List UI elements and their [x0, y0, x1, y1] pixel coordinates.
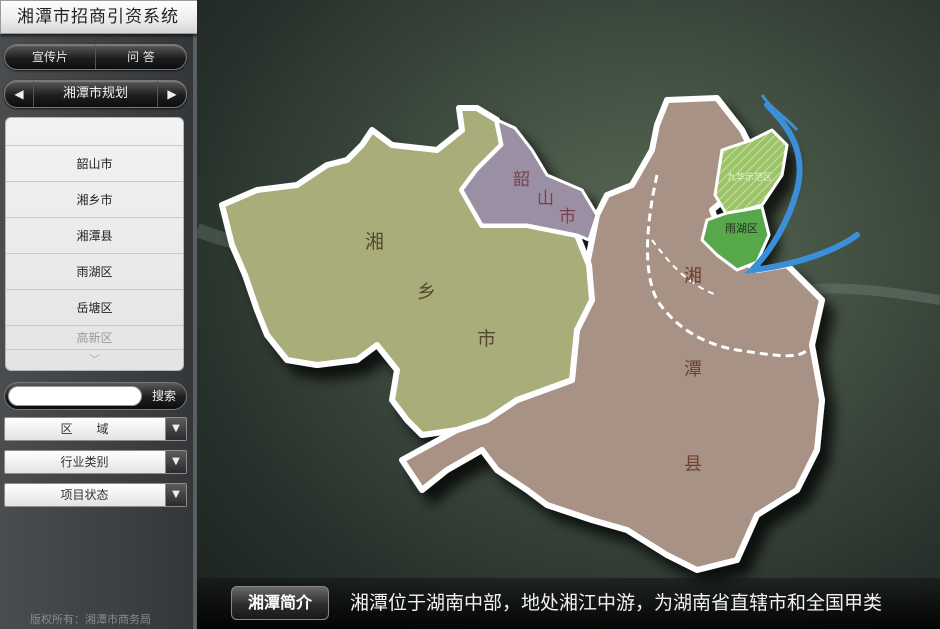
- tab-qa[interactable]: 问 答: [95, 45, 186, 69]
- top-tab-bar: 宣传片 问 答: [4, 44, 187, 70]
- dropdown-arrow-icon[interactable]: ▼: [165, 451, 186, 473]
- next-arrow-icon[interactable]: ▶: [158, 87, 186, 101]
- copyright-text: 版权所有：湘潭市商务局: [30, 613, 151, 626]
- search-input[interactable]: [8, 386, 142, 406]
- label-xiangtan-county-1: 湘: [684, 266, 702, 287]
- label-shaoshan-2: 山: [537, 189, 554, 209]
- dropdown-arrow-icon[interactable]: ▼: [165, 418, 186, 440]
- tab-promo-video[interactable]: 宣传片: [5, 45, 95, 69]
- left-panel: 宣传片 问 答 ◀ 湘潭市规划 ▶ 韶山市 湘乡市 湘潭县 雨湖区 岳塘区 高新…: [0, 0, 197, 629]
- status-dropdown[interactable]: 项目状态 ▼: [4, 483, 187, 507]
- list-spacer: [6, 118, 183, 146]
- label-shaoshan-3: 市: [559, 207, 576, 227]
- label-jiuhua: 九华示范区: [727, 171, 772, 183]
- label-xiangtan-county-3: 县: [684, 454, 702, 475]
- region-dropdown[interactable]: 区 域 ▼: [4, 417, 187, 441]
- river-branch: [760, 94, 799, 131]
- industry-dropdown[interactable]: 行业类别 ▼: [4, 450, 187, 474]
- industry-dropdown-label: 行业类别: [60, 455, 109, 469]
- list-item-gaoxin[interactable]: 高新区: [6, 326, 183, 350]
- label-xiangxiang-1: 湘: [365, 231, 384, 253]
- region-dropdown-label: 区 域: [60, 422, 109, 436]
- list-item-shaoshan[interactable]: 韶山市: [6, 146, 183, 182]
- status-dropdown-label: 项目状态: [60, 488, 109, 502]
- list-item-xiangtan-county[interactable]: 湘潭县: [6, 218, 183, 254]
- map-area: 湘 乡 市 韶 山 市 湘 潭 县 雨湖区 九华示范区: [197, 0, 940, 629]
- label-shaoshan-1: 韶: [513, 170, 530, 190]
- list-item-xiangxiang[interactable]: 湘乡市: [6, 182, 183, 218]
- region-map: 湘 乡 市 韶 山 市 湘 潭 县 雨湖区 九华示范区: [197, 94, 940, 573]
- label-yuhu: 雨湖区: [725, 222, 758, 235]
- map-shape-group: [219, 95, 825, 573]
- chevron-down-icon[interactable]: ﹀: [6, 351, 183, 367]
- list-item-yuetang[interactable]: 岳塘区: [6, 290, 183, 326]
- intro-ticker: 湘潭简介 湘潭位于湖南中部，地处湘江中游，为湖南省直辖市和全国甲类: [197, 578, 940, 629]
- list-item-yuhu[interactable]: 雨湖区: [6, 254, 183, 290]
- plan-navigator: ◀ 湘潭市规划 ▶: [4, 80, 187, 108]
- intro-button[interactable]: 湘潭简介: [231, 586, 329, 620]
- district-list[interactable]: 韶山市 湘乡市 湘潭县 雨湖区 岳塘区 高新区 ﹀: [5, 117, 184, 371]
- plan-nav-label: 湘潭市规划: [33, 81, 158, 107]
- app-title: 湘潭市招商引资系统: [0, 0, 207, 34]
- prev-arrow-icon[interactable]: ◀: [5, 87, 33, 101]
- label-xiangtan-county-2: 潭: [684, 359, 702, 380]
- label-xiangxiang-2: 乡: [417, 281, 436, 303]
- search-button[interactable]: 搜索: [152, 383, 176, 409]
- intro-scroll-text: 湘潭位于湖南中部，地处湘江中游，为湖南省直辖市和全国甲类: [350, 592, 883, 614]
- search-bar: 搜索: [4, 382, 187, 410]
- dropdown-arrow-icon[interactable]: ▼: [165, 484, 186, 506]
- label-xiangxiang-3: 市: [477, 328, 496, 350]
